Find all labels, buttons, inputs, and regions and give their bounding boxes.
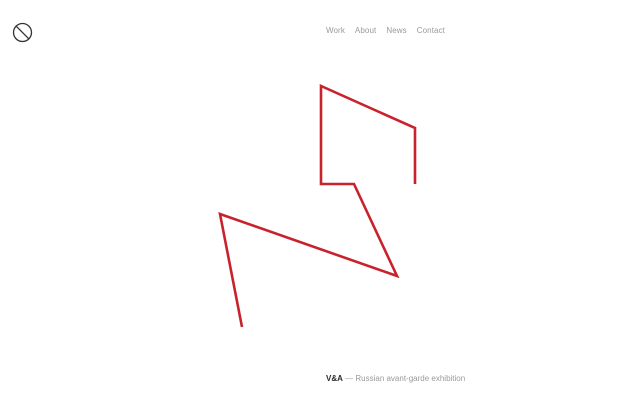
client-name: V&A [326,374,343,383]
nav-contact-link[interactable]: Contact [417,26,445,36]
red-line-artwork [218,83,417,328]
nav-about-link[interactable]: About [355,26,376,36]
nav-work-link[interactable]: Work [326,26,345,36]
main-navigation: Work About News Contact [326,26,445,36]
project-title: Russian avant-garde exhibition [355,374,466,383]
nav-news-link[interactable]: News [386,26,406,36]
project-caption[interactable]: V&A — Russian avant-garde exhibition [326,374,465,384]
circle-slash-logo-icon[interactable] [12,22,33,43]
red-zigzag-line [218,83,417,328]
caption-separator: — [345,374,354,383]
